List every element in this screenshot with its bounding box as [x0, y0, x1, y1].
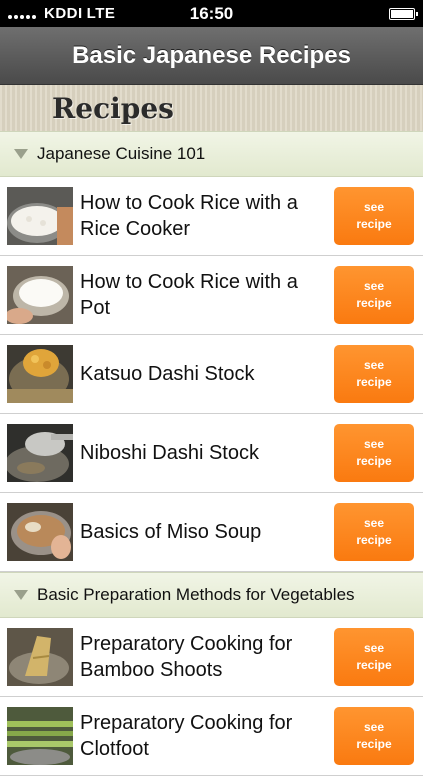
recipe-title: Katsuo Dashi Stock	[80, 363, 255, 385]
button-label-line1: see	[363, 358, 385, 372]
recipe-title: Basics of Miso Soup	[80, 521, 262, 543]
category-header-japanese-cuisine-101[interactable]: Japanese Cuisine 101	[0, 131, 423, 177]
signal-strength-icon	[8, 9, 36, 19]
see-recipe-button[interactable]: see recipe	[334, 503, 414, 561]
recipe-title: Preparatory Cooking for Clotfoot	[80, 712, 293, 760]
katsuo-dashi-thumbnail	[7, 345, 73, 403]
clotfoot-thumbnail	[7, 707, 73, 765]
category-label: Japanese Cuisine 101	[37, 144, 206, 163]
see-recipe-button[interactable]: see recipe	[334, 628, 414, 686]
button-label-line1: see	[363, 200, 385, 214]
bamboo-shoots-thumbnail	[7, 628, 73, 686]
category-header-vegetable-preparation[interactable]: Basic Preparation Methods for Vegetables	[0, 572, 423, 618]
category-label: Basic Preparation Methods for Vegetables	[37, 585, 355, 604]
recipe-title: How to Cook Rice with a Rice Cooker	[80, 192, 298, 240]
see-recipe-button[interactable]: see recipe	[334, 266, 414, 324]
section-header: Recipes	[0, 85, 423, 131]
see-recipe-button[interactable]: see recipe	[334, 707, 414, 765]
nav-bar: Basic Japanese Recipes	[0, 27, 423, 85]
miso-soup-thumbnail	[7, 503, 73, 561]
see-recipe-button[interactable]: see recipe	[334, 187, 414, 245]
rice-bowl-thumbnail	[7, 266, 73, 324]
button-label-line2: recipe	[356, 454, 392, 468]
button-label-line1: see	[363, 641, 385, 655]
network-type: LTE	[86, 5, 116, 22]
recipe-row[interactable]: Niboshi Dashi Stock see recipe	[0, 414, 423, 493]
button-label-line2: recipe	[356, 296, 392, 310]
carrier-name: KDDI	[44, 5, 83, 22]
button-label-line1: see	[363, 279, 385, 293]
button-label-line2: recipe	[356, 217, 392, 231]
recipe-list[interactable]: Japanese Cuisine 101 How to Cook Rice wi…	[0, 131, 423, 776]
status-bar-left: KDDI LTE	[8, 5, 115, 22]
see-recipe-button[interactable]: see recipe	[334, 424, 414, 482]
button-label-line1: see	[363, 720, 385, 734]
niboshi-dashi-thumbnail	[7, 424, 73, 482]
recipe-row[interactable]: Preparatory Cooking for Clotfoot see rec…	[0, 697, 423, 776]
button-label-line2: recipe	[356, 533, 392, 547]
recipe-row[interactable]: Preparatory Cooking for Bamboo Shoots se…	[0, 618, 423, 697]
button-label-line2: recipe	[356, 375, 392, 389]
disclosure-triangle-icon	[14, 590, 28, 600]
status-bar: KDDI LTE 16:50	[0, 0, 423, 27]
status-time: 16:50	[189, 3, 234, 23]
button-label-line1: see	[363, 516, 385, 530]
button-label-line2: recipe	[356, 658, 392, 672]
button-label-line1: see	[363, 437, 385, 451]
nav-title: Basic Japanese Recipes	[72, 41, 351, 69]
battery-icon	[389, 7, 418, 20]
recipe-row[interactable]: Basics of Miso Soup see recipe	[0, 493, 423, 572]
recipe-row[interactable]: Katsuo Dashi Stock see recipe	[0, 335, 423, 414]
recipe-title: Niboshi Dashi Stock	[80, 442, 259, 464]
see-recipe-button[interactable]: see recipe	[334, 345, 414, 403]
disclosure-triangle-icon	[14, 149, 28, 159]
recipe-title: Preparatory Cooking for Bamboo Shoots	[80, 633, 293, 681]
recipe-row[interactable]: How to Cook Rice with a Pot see recipe	[0, 256, 423, 335]
recipe-row[interactable]: How to Cook Rice with a Rice Cooker see …	[0, 177, 423, 256]
rice-cooker-thumbnail	[7, 187, 73, 245]
section-title: Recipes	[52, 91, 174, 125]
recipe-title: How to Cook Rice with a Pot	[80, 271, 298, 319]
button-label-line2: recipe	[356, 737, 392, 751]
